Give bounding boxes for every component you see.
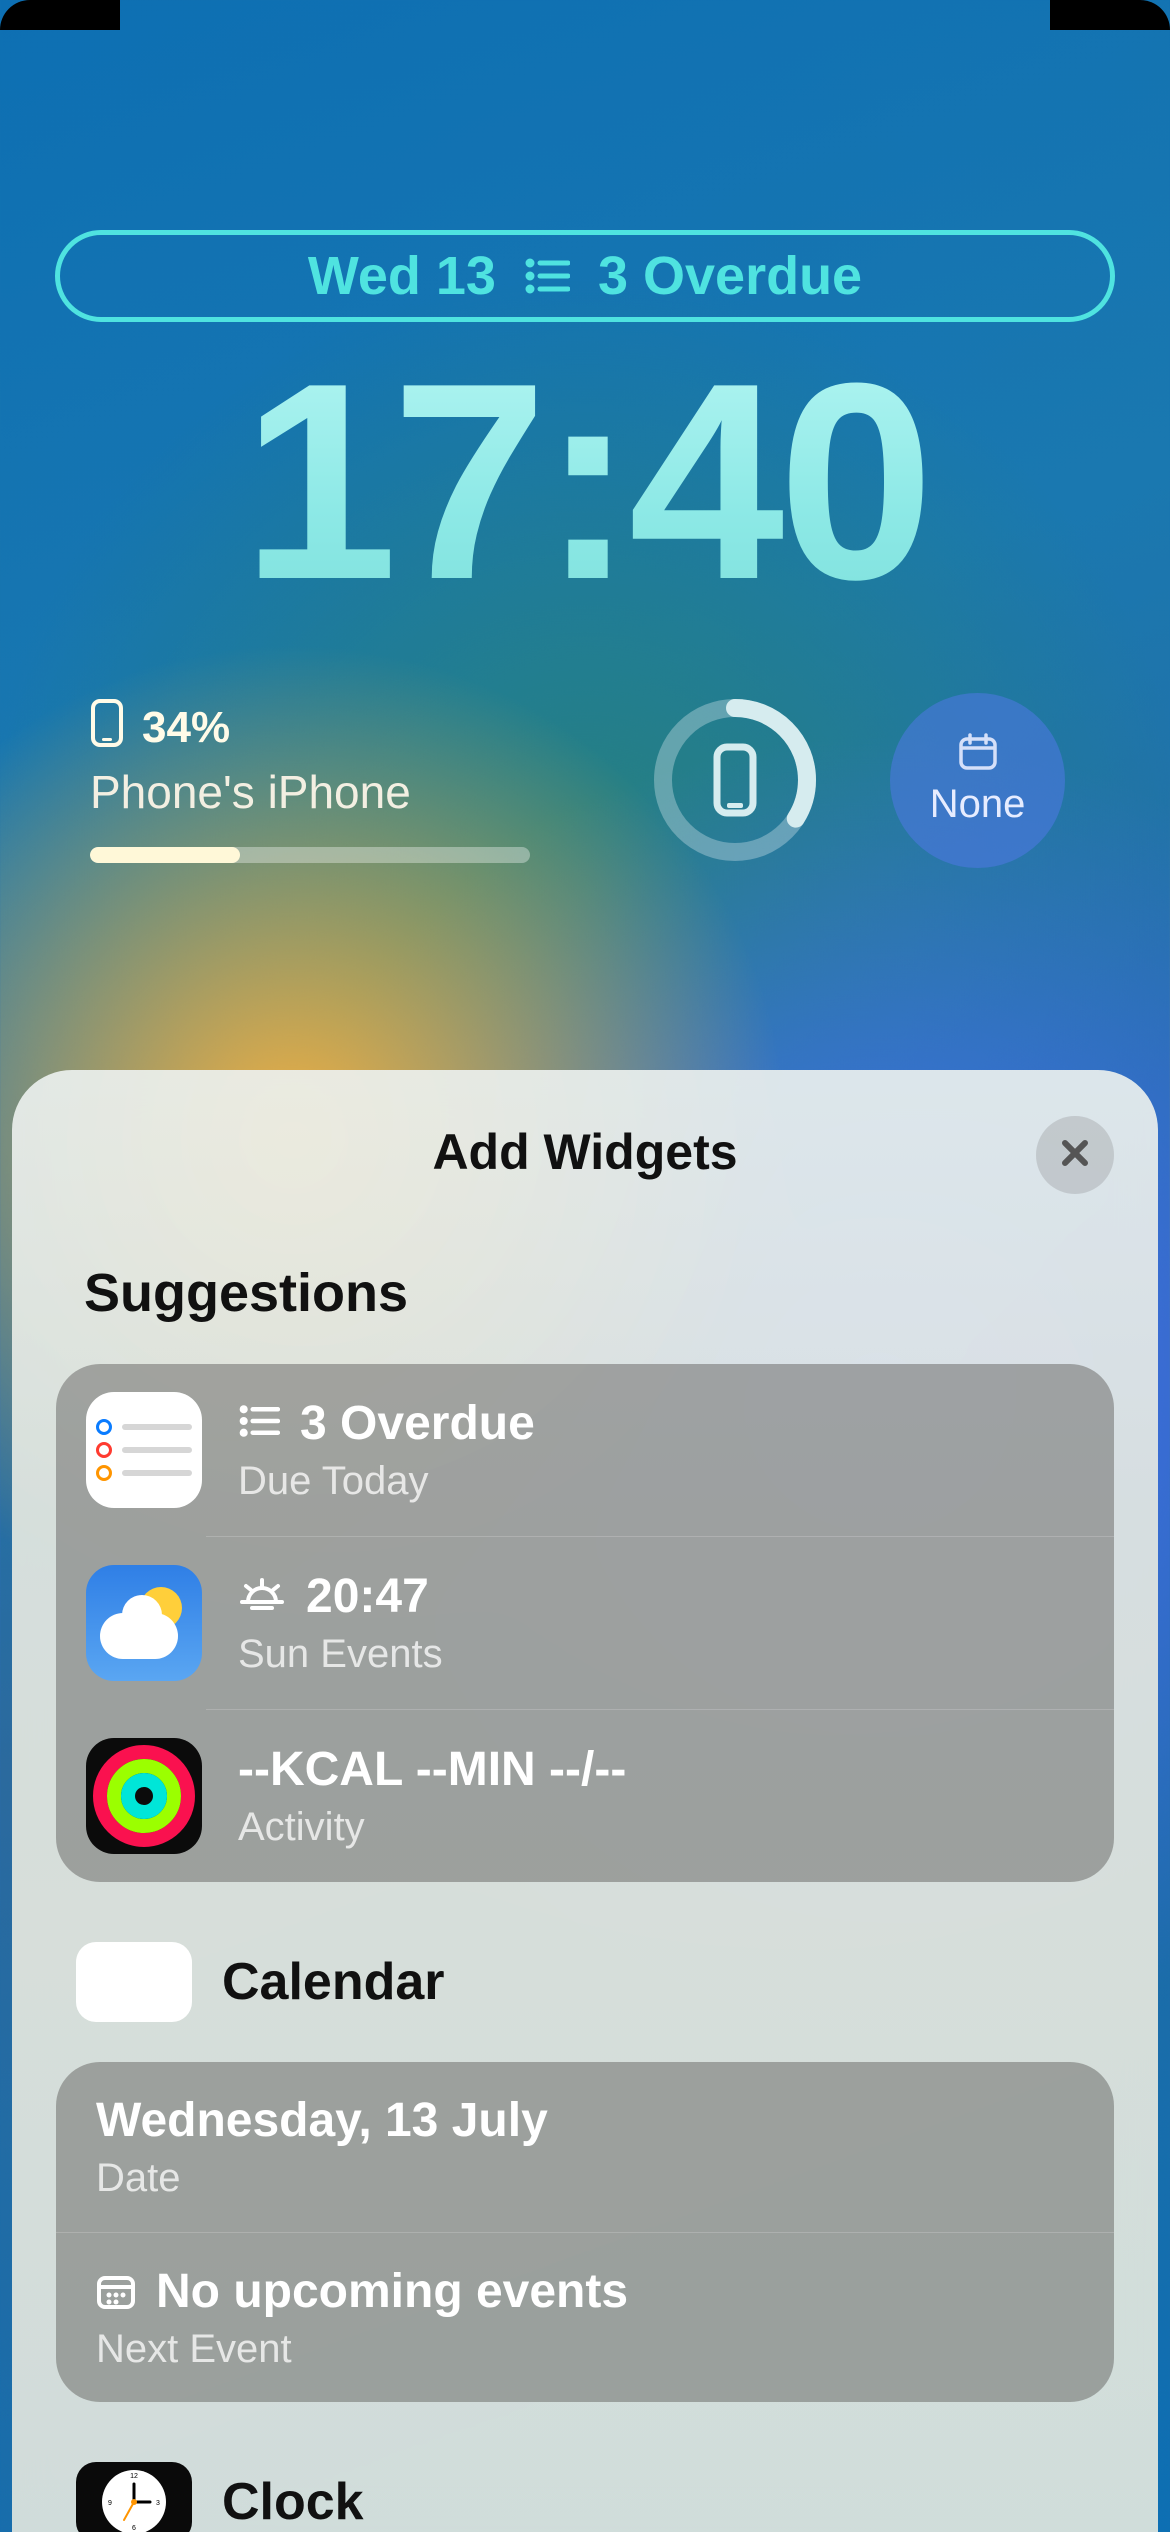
overdue-label: 3 Overdue — [598, 245, 862, 307]
none-label: None — [930, 782, 1026, 827]
date-label: Wed 13 — [308, 245, 496, 307]
clock-app-icon: 12 3 6 9 — [76, 2462, 192, 2532]
suggestion-reminders[interactable]: 3 Overdue Due Today — [56, 1364, 1114, 1536]
calendar-item-subtitle: Next Event — [96, 2327, 628, 2372]
calendar-icon — [958, 733, 998, 776]
svg-text:9: 9 — [108, 2500, 112, 2507]
calendar-date-widget[interactable]: Wednesday, 13 July Date — [56, 2062, 1114, 2232]
list-icon — [524, 256, 570, 296]
battery-percent: 34% — [142, 703, 230, 753]
weather-app-icon — [86, 1565, 202, 1681]
suggestion-activity[interactable]: --KCAL --MIN --/-- Activity — [206, 1709, 1114, 1882]
device-name: Phone's iPhone — [90, 765, 630, 819]
reminders-app-icon — [86, 1392, 202, 1508]
sheet-title: Add Widgets — [432, 1123, 737, 1181]
calendar-none-widget[interactable]: None — [890, 693, 1065, 868]
suggestion-title: 3 Overdue — [300, 1396, 535, 1451]
battery-widget[interactable]: 34% Phone's iPhone — [90, 698, 630, 863]
svg-text:3: 3 — [156, 2500, 160, 2507]
suggestion-subtitle: Activity — [238, 1805, 626, 1850]
suggestion-subtitle: Sun Events — [238, 1632, 443, 1677]
close-icon — [1055, 1133, 1095, 1178]
calendar-item-subtitle: Date — [96, 2156, 548, 2201]
calendar-small-icon — [96, 2272, 136, 2310]
calendar-item-title: No upcoming events — [156, 2264, 628, 2319]
clock-header-label: Clock — [222, 2472, 364, 2532]
calendar-section-header[interactable]: Calendar — [76, 1942, 1114, 2022]
sunset-icon — [238, 1569, 286, 1624]
calendar-card: Wednesday, 13 July Date No upcoming even… — [56, 2062, 1114, 2402]
calendar-app-icon — [76, 1942, 192, 2022]
lockscreen-widget-row: 34% Phone's iPhone None — [90, 680, 1080, 880]
svg-text:12: 12 — [130, 2473, 138, 2480]
clock-section-header[interactable]: 12 3 6 9 Clock — [76, 2462, 1114, 2532]
activity-app-icon — [86, 1738, 202, 1854]
battery-ring-widget[interactable] — [650, 695, 820, 865]
suggestion-weather[interactable]: 20:47 Sun Events — [206, 1536, 1114, 1709]
battery-bar-fill — [90, 847, 240, 863]
phone-icon — [90, 698, 124, 759]
calendar-item-title: Wednesday, 13 July — [96, 2093, 548, 2148]
svg-text:6: 6 — [132, 2525, 136, 2532]
add-widgets-sheet: Add Widgets Suggestions 3 — [12, 1070, 1158, 2532]
suggestion-subtitle: Due Today — [238, 1459, 535, 1504]
calendar-header-label: Calendar — [222, 1952, 445, 2012]
suggestions-card: 3 Overdue Due Today 20:47 Sun Events — [56, 1364, 1114, 1882]
battery-bar — [90, 847, 530, 863]
suggestion-title: 20:47 — [306, 1569, 429, 1624]
calendar-next-event-widget[interactable]: No upcoming events Next Event — [56, 2232, 1114, 2402]
list-icon — [238, 1396, 280, 1451]
lockscreen-area: Wed 13 3 Overdue 17:40 — [0, 230, 1170, 622]
date-overdue-pill[interactable]: Wed 13 3 Overdue — [55, 230, 1115, 322]
clock-time[interactable]: 17:40 — [242, 342, 928, 622]
close-button[interactable] — [1036, 1116, 1114, 1194]
sheet-header: Add Widgets — [56, 1112, 1114, 1192]
suggestion-title: --KCAL --MIN --/-- — [238, 1742, 626, 1797]
suggestions-header: Suggestions — [84, 1262, 1114, 1324]
